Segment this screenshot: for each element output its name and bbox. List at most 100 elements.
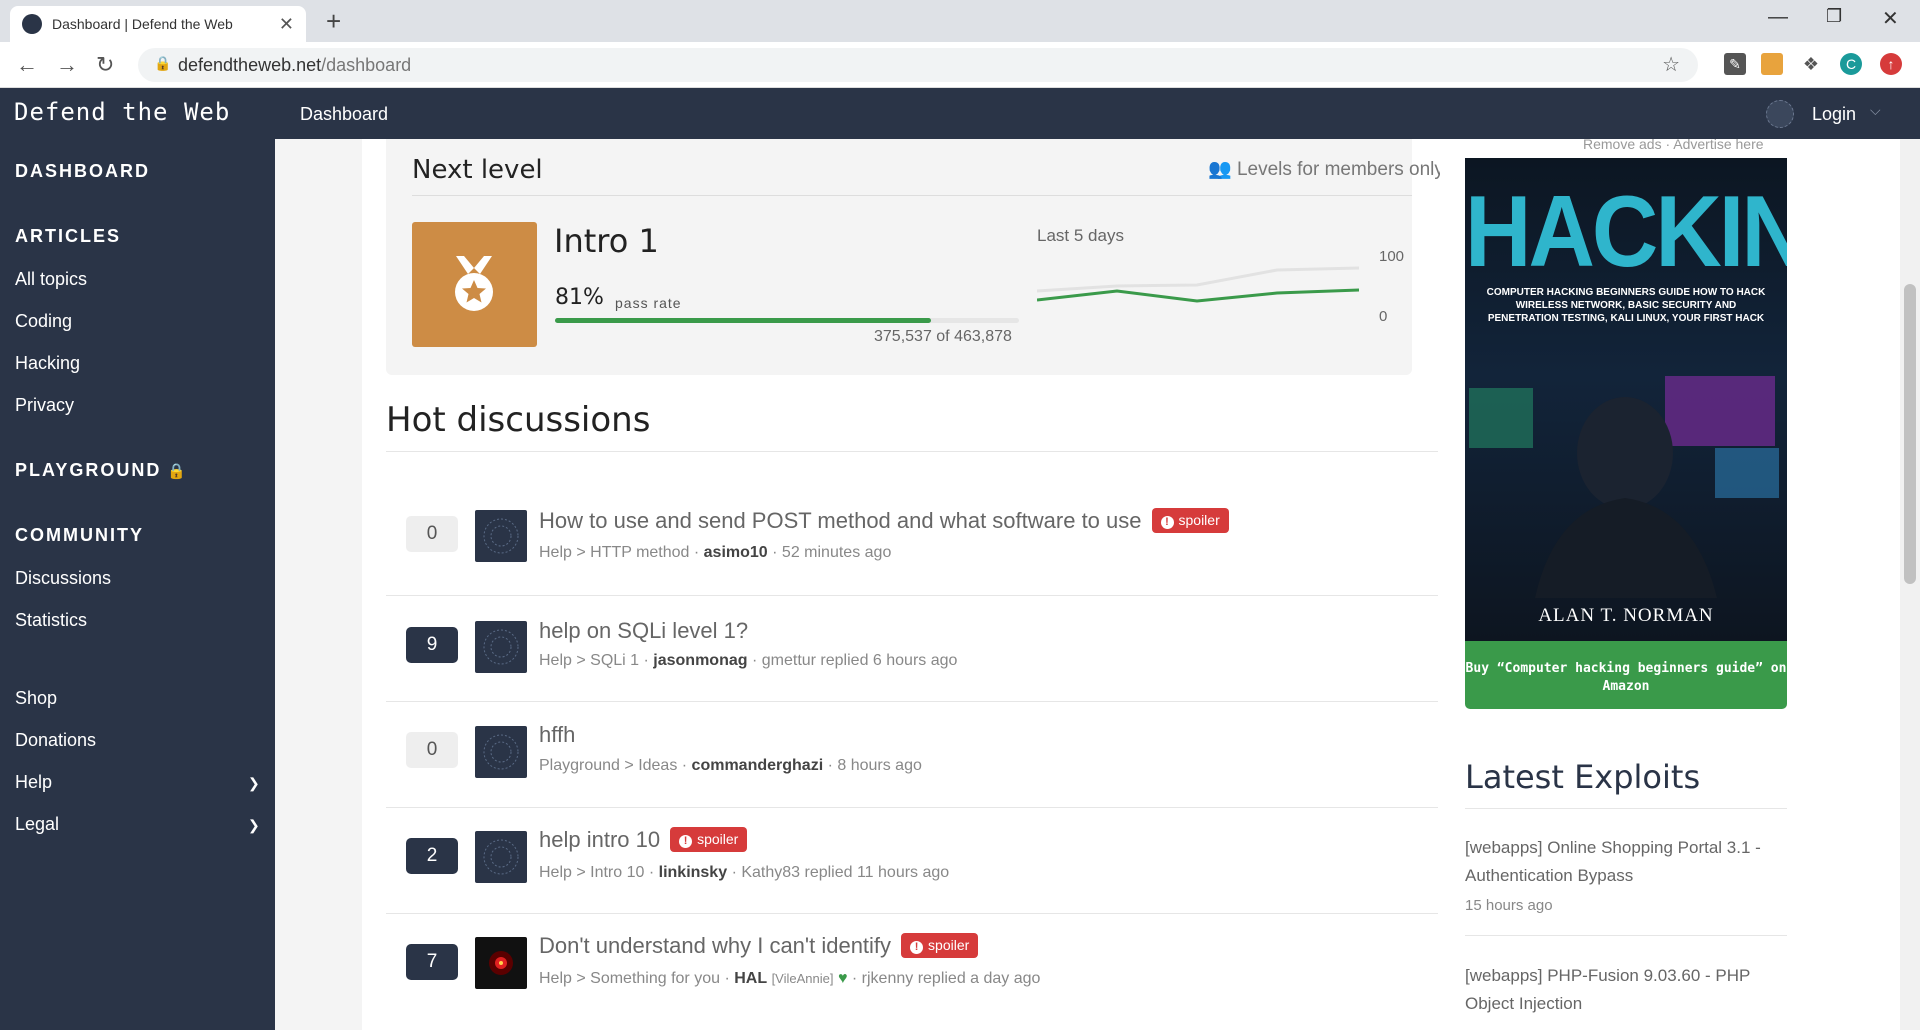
new-tab-icon[interactable]: + — [326, 6, 341, 37]
topic-link[interactable]: SQLi 1 — [590, 652, 639, 669]
sidebar-item-coding[interactable]: Coding — [15, 311, 72, 332]
meta-tail: · 8 hours ago — [827, 757, 922, 774]
sidebar-item-donations[interactable]: Donations — [15, 730, 96, 751]
discussion-meta: Help > Something for you · HAL [VileAnni… — [539, 970, 1041, 987]
author-link[interactable]: linkinsky — [659, 864, 727, 881]
discussion-title-text: help intro 10 — [539, 827, 661, 852]
browser-tab[interactable]: Dashboard | Defend the Web ✕ — [10, 6, 306, 42]
tab-close-icon[interactable]: ✕ — [279, 14, 294, 35]
sparkline-pass-series — [1037, 288, 1359, 303]
bookmark-star-icon[interactable]: ☆ — [1662, 52, 1680, 77]
author-link[interactable]: jasonmonag — [653, 652, 747, 669]
extension-pen-icon[interactable]: ✎ — [1724, 53, 1746, 75]
next-level-heading: Next level — [412, 155, 543, 185]
forward-icon[interactable]: → — [56, 52, 78, 78]
avatar[interactable] — [475, 726, 527, 778]
category-link[interactable]: Playground — [539, 757, 620, 774]
meta-tail: · Kathy83 replied 11 hours ago — [731, 864, 950, 881]
topic-link[interactable]: Intro 10 — [590, 864, 644, 881]
level-medal[interactable] — [412, 222, 537, 347]
discussion-title[interactable]: hffh — [539, 722, 575, 748]
site-logo[interactable]: Defend the Web — [14, 98, 230, 126]
default-avatar-icon — [483, 629, 519, 665]
topic-link[interactable]: HTTP method — [590, 544, 689, 561]
discussion-title-text: How to use and send POST method and what… — [539, 508, 1142, 533]
lock-icon[interactable]: 🔒 — [154, 55, 171, 72]
profile-avatar[interactable]: C — [1840, 53, 1862, 75]
sidebar-playground[interactable]: PLAYGROUND 🔒 — [15, 460, 186, 481]
discussion-title[interactable]: How to use and send POST method and what… — [539, 507, 1229, 535]
restore-icon[interactable]: ❐ — [1826, 6, 1842, 27]
update-icon[interactable]: ↑ — [1880, 53, 1902, 75]
sidebar-item-hacking[interactable]: Hacking — [15, 353, 80, 374]
discussion-meta: Help > HTTP method · asimo10 · 52 minute… — [539, 544, 892, 561]
chevron-down-icon[interactable]: ⌵ — [1870, 102, 1881, 119]
topic-link[interactable]: Ideas — [638, 757, 677, 774]
legal-chevron-down-icon[interactable]: ❯ — [248, 817, 260, 834]
members-only-note: 👥 Levels for members only — [1208, 157, 1444, 181]
sidebar-item-privacy[interactable]: Privacy — [15, 395, 74, 416]
discussion-row[interactable]: 7 Don't understand why I can't identify!… — [386, 914, 1438, 1020]
help-chevron-down-icon[interactable]: ❯ — [248, 775, 260, 792]
sidebar-dashboard[interactable]: DASHBOARD — [15, 161, 150, 182]
discussion-meta: Playground > Ideas · commanderghazi · 8 … — [539, 757, 922, 774]
url-path: /dashboard — [321, 54, 412, 75]
url-host: defendtheweb.net — [178, 54, 322, 75]
sidebar-item-all-topics[interactable]: All topics — [15, 269, 87, 290]
sidebar-item-help[interactable]: Help — [15, 772, 52, 793]
author-link[interactable]: asimo10 — [704, 544, 768, 561]
discussion-title[interactable]: Don't understand why I can't identify! sp… — [539, 932, 979, 960]
category-link[interactable]: Help — [539, 652, 572, 669]
avatar[interactable] — [475, 510, 527, 562]
author-link[interactable]: commanderghazi — [692, 757, 824, 774]
topic-link[interactable]: Something for you — [590, 970, 720, 987]
discussion-meta: Help > Intro 10 · linkinsky · Kathy83 re… — [539, 864, 950, 881]
exploit-link[interactable]: [webapps] PHP-Fusion 9.03.60 - PHP Objec… — [1465, 962, 1787, 1018]
medal-icon — [455, 256, 493, 311]
author-link[interactable]: HAL — [734, 970, 767, 987]
reply-count: 0 — [406, 732, 458, 768]
window-close-icon[interactable]: ✕ — [1882, 6, 1899, 31]
spoiler-label: spoiler — [697, 830, 739, 847]
category-link[interactable]: Help — [539, 544, 572, 561]
scrollbar-thumb[interactable] — [1904, 284, 1916, 584]
avatar[interactable] — [475, 621, 527, 673]
sidebar-articles[interactable]: ARTICLES — [15, 226, 121, 247]
header-dashboard-link[interactable]: Dashboard — [300, 104, 388, 125]
reload-icon[interactable]: ↻ — [96, 52, 114, 78]
exploit-link[interactable]: [webapps] Online Shopping Portal 3.1 - A… — [1465, 834, 1787, 890]
extension-cast-icon[interactable] — [1761, 53, 1783, 75]
discussion-title[interactable]: help on SQLi level 1? — [539, 618, 748, 644]
pass-count: 375,537 of 463,878 — [874, 328, 1012, 345]
sidebar-item-statistics[interactable]: Statistics — [15, 610, 87, 631]
latest-exploits-heading: Latest Exploits — [1465, 758, 1701, 796]
book-ad-image[interactable]: HACKING COMPUTER HACKING BEGINNERS GUIDE… — [1465, 158, 1787, 641]
sidebar-item-discussions[interactable]: Discussions — [15, 568, 111, 589]
minimize-icon[interactable]: — — [1768, 6, 1788, 29]
avatar[interactable] — [475, 831, 527, 883]
discussion-row[interactable]: 2 help intro 10! spoiler Help > Intro 10 … — [386, 808, 1438, 914]
sidebar-item-legal[interactable]: Legal — [15, 814, 59, 835]
level-name[interactable]: Intro 1 — [554, 222, 659, 260]
discussion-row[interactable]: 0 hffh Playground > Ideas · commandergha… — [386, 702, 1438, 808]
category-link[interactable]: Help — [539, 970, 572, 987]
discussion-row[interactable]: 9 help on SQLi level 1? Help > SQLi 1 · … — [386, 596, 1438, 702]
avatar[interactable] — [475, 937, 527, 989]
sidebar-item-shop[interactable]: Shop — [15, 688, 57, 709]
spoiler-badge: ! spoiler — [1151, 507, 1229, 533]
default-avatar-icon — [483, 518, 519, 554]
address-bar[interactable]: 🔒 defendtheweb.net/dashboard ☆ — [138, 48, 1698, 82]
ad-links[interactable]: Remove ads · Advertise here — [1583, 136, 1764, 152]
page-scrollbar[interactable] — [1900, 139, 1920, 1030]
sidebar-community[interactable]: COMMUNITY — [15, 525, 144, 546]
user-avatar[interactable] — [1766, 100, 1794, 128]
category-link[interactable]: Help — [539, 864, 572, 881]
extensions-puzzle-icon[interactable]: ❖ — [1800, 53, 1822, 75]
discussion-title[interactable]: help intro 10! spoiler — [539, 826, 748, 854]
discussion-row[interactable]: 0 How to use and send POST method and wh… — [386, 490, 1438, 596]
pass-rate-fill — [555, 318, 931, 323]
login-button[interactable]: Login — [1812, 104, 1856, 125]
buy-book-button[interactable]: Buy “Computer hacking beginners guide” o… — [1465, 641, 1787, 709]
discussion-title-text: hffh — [539, 722, 576, 747]
back-icon[interactable]: ← — [16, 52, 38, 78]
